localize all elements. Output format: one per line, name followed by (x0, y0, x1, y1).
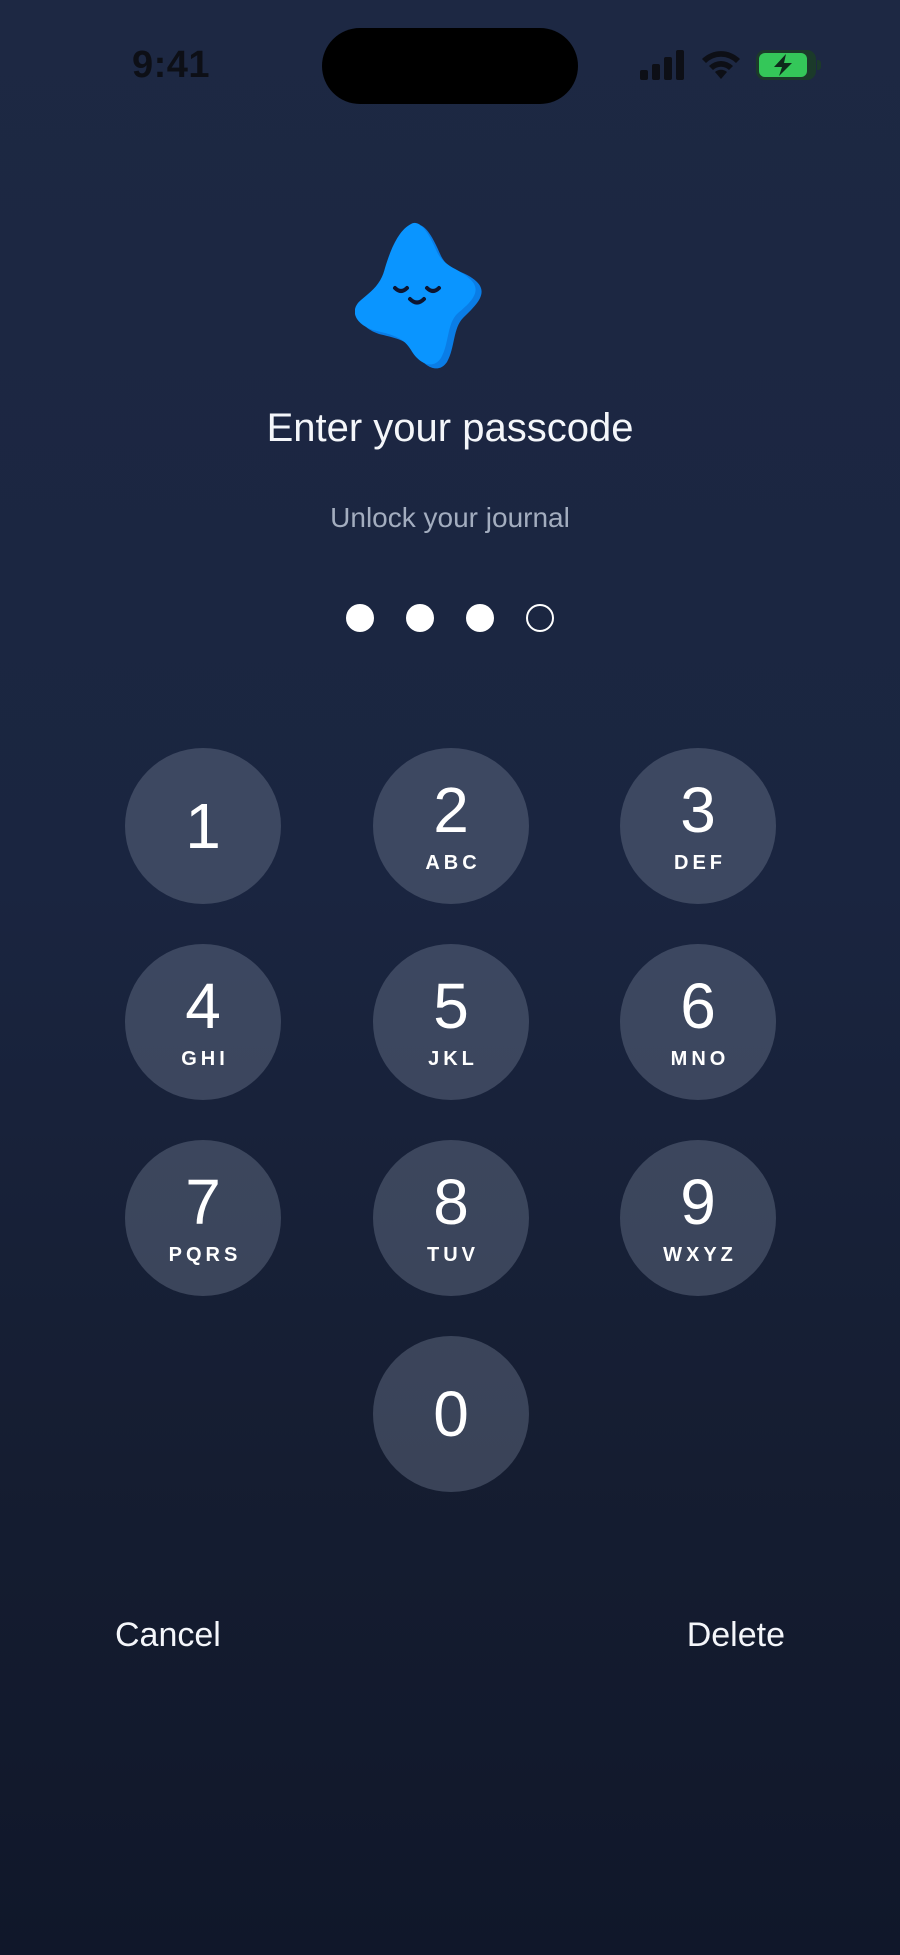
key-digit: 4 (185, 970, 221, 1042)
keypad-key-1[interactable]: 1 (125, 748, 281, 904)
keypad-key-0[interactable]: 0 (373, 1336, 529, 1492)
key-digit: 9 (680, 1166, 716, 1238)
key-letters: GHI (181, 1048, 229, 1070)
key-digit: 0 (433, 1378, 469, 1450)
status-bar: 9:41 (0, 0, 900, 130)
smiling-star-mascot-icon (355, 222, 482, 369)
status-time: 9:41 (132, 44, 211, 86)
passcode-dot-filled (346, 604, 374, 632)
keypad-key-4[interactable]: 4 GHI (125, 944, 281, 1100)
keypad-key-3[interactable]: 3 DEF (620, 748, 776, 904)
key-letters: JKL (428, 1048, 478, 1070)
status-icons (640, 48, 821, 82)
key-digit: 7 (185, 1166, 221, 1238)
keypad-key-9[interactable]: 9 WXYZ (620, 1140, 776, 1296)
key-letters: WXYZ (663, 1244, 737, 1266)
passcode-dot-empty (526, 604, 554, 632)
key-letters: PQRS (168, 1244, 242, 1266)
cancel-button[interactable]: Cancel (115, 1616, 221, 1655)
key-letters: DEF (674, 852, 726, 874)
key-digit: 5 (433, 970, 469, 1042)
passcode-dot-filled (466, 604, 494, 632)
keypad-key-5[interactable]: 5 JKL (373, 944, 529, 1100)
keypad-key-7[interactable]: 7 PQRS (125, 1140, 281, 1296)
page-subtitle: Unlock your journal (330, 502, 570, 533)
key-letters: TUV (427, 1244, 479, 1266)
wifi-icon (702, 51, 740, 79)
passcode-indicator (0, 604, 900, 632)
key-digit: 8 (433, 1166, 469, 1238)
keypad-key-6[interactable]: 6 MNO (620, 944, 776, 1100)
passcode-dot-filled (406, 604, 434, 632)
key-letters: MNO (670, 1048, 730, 1070)
battery-charging-icon (756, 50, 821, 80)
key-letters: ABC (425, 852, 481, 874)
cellular-signal-icon (640, 50, 684, 80)
keypad-key-2[interactable]: 2 ABC (373, 748, 529, 904)
key-digit: 3 (680, 774, 716, 846)
dynamic-island (322, 28, 578, 104)
key-digit: 1 (185, 790, 221, 862)
key-digit: 6 (680, 970, 716, 1042)
delete-button[interactable]: Delete (687, 1616, 785, 1655)
key-digit: 2 (433, 774, 469, 846)
keypad-key-8[interactable]: 8 TUV (373, 1140, 529, 1296)
page-title: Enter your passcode (266, 406, 634, 450)
